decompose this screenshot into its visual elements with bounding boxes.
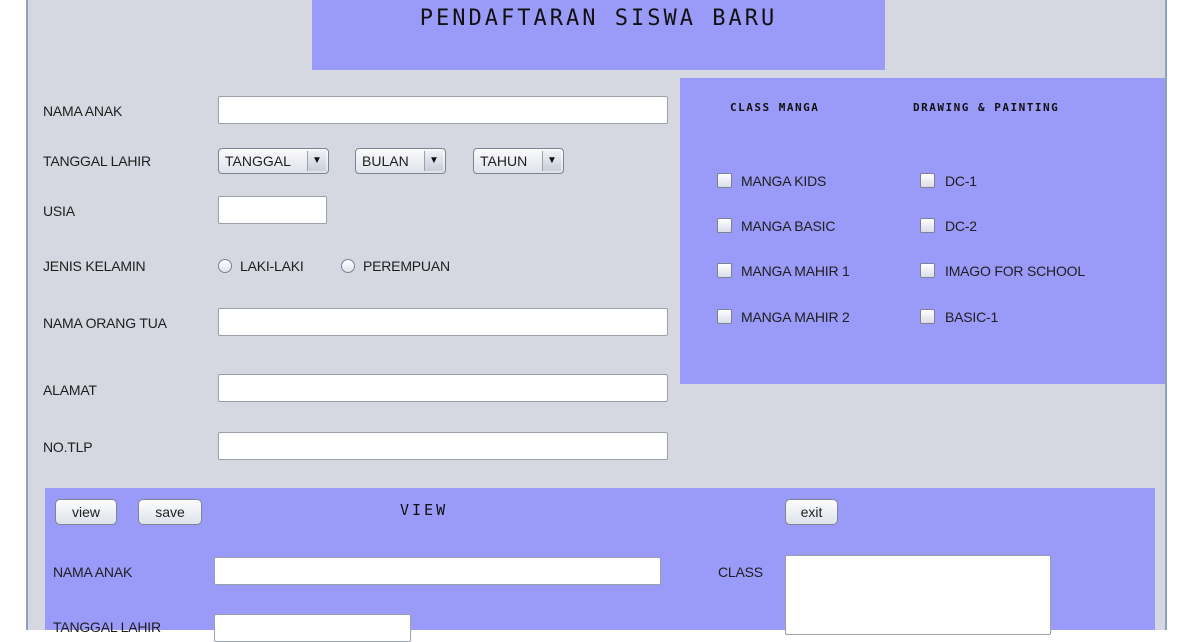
dc-2-label: DC-2 bbox=[945, 218, 977, 234]
class-manga-header: CLASS MANGA bbox=[730, 101, 820, 114]
page-title: PENDAFTARAN SISWA BARU bbox=[419, 6, 778, 31]
tahun-select-value: TAHUN bbox=[480, 153, 528, 169]
view-nama-anak-label: NAMA ANAK bbox=[53, 564, 133, 580]
jenis-kelamin-label: JENIS KELAMIN bbox=[43, 258, 146, 274]
no-tlp-label: NO.TLP bbox=[43, 439, 93, 455]
imago-for-school-label: IMAGO FOR SCHOOL bbox=[945, 263, 1085, 279]
laki-laki-label: LAKI-LAKI bbox=[240, 258, 304, 274]
perempuan-radio[interactable] bbox=[341, 259, 355, 273]
imago-for-school-checkbox[interactable] bbox=[920, 263, 935, 278]
tanggal-select[interactable]: TANGGAL ▼ bbox=[218, 148, 329, 174]
tahun-select[interactable]: TAHUN ▼ bbox=[473, 148, 564, 174]
exit-button[interactable]: exit bbox=[785, 499, 838, 525]
bulan-select[interactable]: BULAN ▼ bbox=[355, 148, 446, 174]
class-panel: CLASS MANGA DRAWING & PAINTING MANGA KID… bbox=[680, 78, 1165, 384]
view-tanggal-lahir-label: TANGGAL LAHIR bbox=[53, 619, 161, 635]
view-tanggal-lahir-output[interactable] bbox=[214, 614, 411, 642]
view-button[interactable]: view bbox=[55, 499, 117, 525]
manga-mahir-2-checkbox[interactable] bbox=[717, 309, 732, 324]
nama-anak-label: NAMA ANAK bbox=[43, 103, 123, 119]
alamat-input[interactable] bbox=[218, 374, 668, 402]
manga-mahir-2-label: MANGA MAHIR 2 bbox=[741, 309, 850, 325]
view-panel: view save VIEW exit NAMA ANAK TANGGAL LA… bbox=[45, 488, 1155, 642]
dc-1-label: DC-1 bbox=[945, 173, 977, 189]
manga-basic-label: MANGA BASIC bbox=[741, 218, 836, 234]
laki-laki-radio[interactable] bbox=[218, 259, 232, 273]
manga-kids-checkbox[interactable] bbox=[717, 173, 732, 188]
bulan-select-value: BULAN bbox=[362, 153, 409, 169]
title-banner: PENDAFTARAN SISWA BARU bbox=[312, 0, 885, 70]
tanggal-select-value: TANGGAL bbox=[225, 153, 291, 169]
view-class-output[interactable] bbox=[785, 555, 1051, 635]
no-tlp-input[interactable] bbox=[218, 432, 668, 460]
nama-orang-tua-input[interactable] bbox=[218, 308, 668, 336]
manga-mahir-1-checkbox[interactable] bbox=[717, 263, 732, 278]
nama-anak-input[interactable] bbox=[218, 96, 668, 124]
perempuan-label: PEREMPUAN bbox=[363, 258, 450, 274]
tanggal-lahir-label: TANGGAL LAHIR bbox=[43, 153, 151, 169]
usia-input[interactable] bbox=[218, 196, 327, 224]
view-nama-anak-output[interactable] bbox=[214, 557, 661, 585]
save-button[interactable]: save bbox=[138, 499, 202, 525]
chevron-down-icon: ▼ bbox=[542, 151, 561, 171]
manga-kids-label: MANGA KIDS bbox=[741, 173, 827, 189]
view-class-label: CLASS bbox=[718, 564, 763, 580]
alamat-label: ALAMAT bbox=[43, 382, 97, 398]
dc-2-checkbox[interactable] bbox=[920, 218, 935, 233]
view-title: VIEW bbox=[400, 501, 449, 519]
drawing-painting-header: DRAWING & PAINTING bbox=[913, 101, 1060, 114]
manga-mahir-1-label: MANGA MAHIR 1 bbox=[741, 263, 850, 279]
nama-orang-tua-label: NAMA ORANG TUA bbox=[43, 315, 167, 331]
usia-label: USIA bbox=[43, 203, 75, 219]
basic-1-checkbox[interactable] bbox=[920, 309, 935, 324]
chevron-down-icon: ▼ bbox=[424, 151, 443, 171]
manga-basic-checkbox[interactable] bbox=[717, 218, 732, 233]
basic-1-label: BASIC-1 bbox=[945, 309, 999, 325]
chevron-down-icon: ▼ bbox=[307, 151, 326, 171]
dc-1-checkbox[interactable] bbox=[920, 173, 935, 188]
window-right-border bbox=[1165, 0, 1167, 630]
